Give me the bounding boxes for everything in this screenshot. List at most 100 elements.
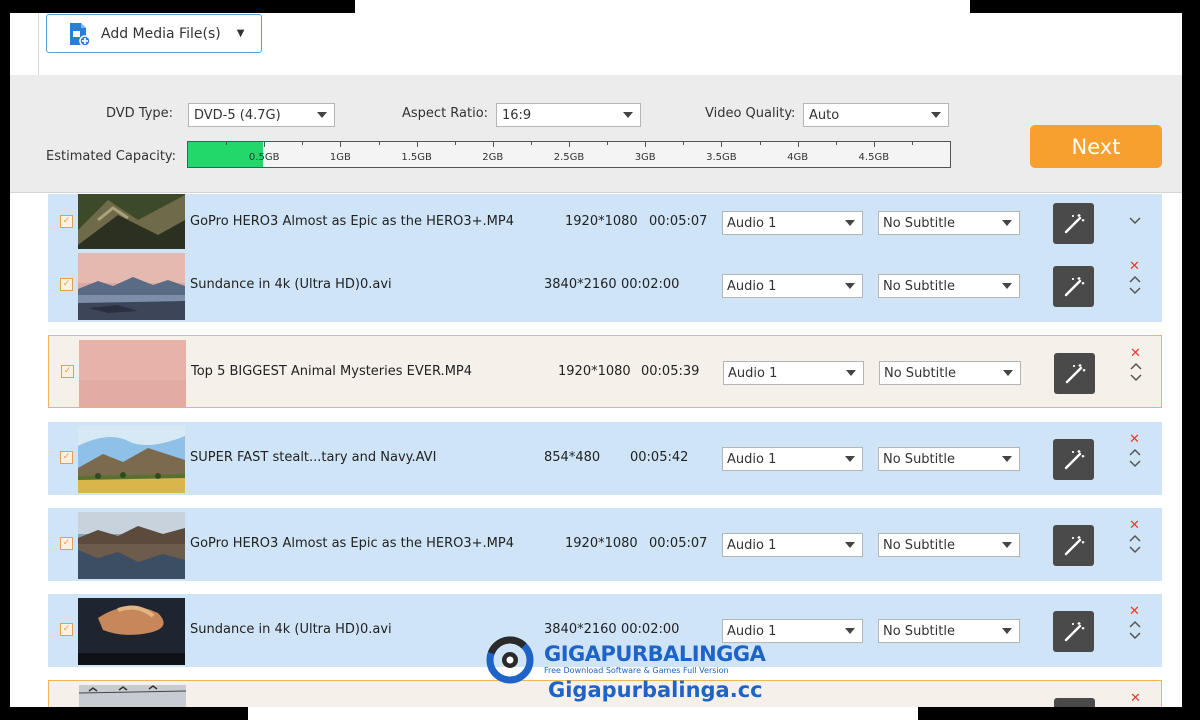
row-checkbox[interactable]: ✓: [61, 365, 74, 378]
edit-effects-button[interactable]: [1054, 353, 1095, 394]
capacity-tick: [340, 142, 342, 147]
subtitle-value: No Subtitle: [883, 451, 955, 467]
video-thumbnail: [79, 340, 186, 407]
subtitle-select[interactable]: No Subtitle: [878, 274, 1020, 298]
edit-effects-button[interactable]: [1053, 439, 1094, 480]
row-checkbox[interactable]: ✓: [60, 215, 73, 228]
file-resolution: 1920*1080: [565, 536, 638, 551]
capacity-tick-label: 4GB: [787, 152, 809, 163]
row-checkbox[interactable]: ✓: [60, 278, 73, 291]
edit-effects-button[interactable]: [1053, 525, 1094, 566]
reorder-arrows-icon[interactable]: [1129, 706, 1143, 707]
edit-effects-button[interactable]: [1053, 266, 1094, 307]
reorder-arrows-icon[interactable]: [1128, 204, 1142, 226]
chevron-down-icon[interactable]: ▼: [237, 28, 245, 39]
watermark: GIGAPURBALINGGA Free Download Software &…: [484, 634, 784, 710]
dvd-type-value: DVD-5 (4.7G): [194, 107, 281, 123]
video-thumbnail: [78, 253, 185, 320]
capacity-tick-label: 0.5GB: [248, 152, 280, 163]
audio-track-select[interactable]: Audio 1: [722, 533, 863, 557]
watermark-url: Gigapurbalinga.cc: [548, 678, 763, 702]
chevron-down-icon: [1003, 370, 1013, 376]
audio-track-select[interactable]: Audio 1: [722, 211, 863, 235]
remove-file-button[interactable]: ✕: [1129, 518, 1140, 533]
video-quality-select[interactable]: Auto: [803, 103, 949, 127]
edit-effects-button[interactable]: [1053, 611, 1094, 652]
dvd-settings-panel: DVD Type: DVD-5 (4.7G) Aspect Ratio: 16:…: [10, 75, 1182, 193]
subtitle-select[interactable]: No Subtitle: [878, 619, 1020, 643]
subtitle-select[interactable]: No Subtitle: [879, 361, 1021, 385]
file-resolution: 1920*1080: [558, 364, 631, 379]
capacity-tick: [721, 142, 723, 147]
remove-file-button[interactable]: ✕: [1130, 346, 1141, 361]
audio-track-value: Audio 1: [728, 365, 778, 381]
capacity-tick: [835, 142, 837, 145]
chevron-down-icon: [1002, 456, 1012, 462]
remove-file-button[interactable]: ✕: [1129, 432, 1140, 447]
file-resolution: 1920*1080: [565, 214, 638, 229]
remove-file-button[interactable]: ✕: [1130, 691, 1141, 706]
audio-track-select[interactable]: Audio 1: [722, 447, 863, 471]
reorder-arrows-icon[interactable]: [1129, 361, 1143, 383]
capacity-tick: [492, 142, 494, 147]
chevron-down-icon: [845, 220, 855, 226]
aspect-ratio-label: Aspect Ratio:: [402, 106, 489, 121]
magic-wand-icon: [1064, 535, 1084, 555]
file-duration: 00:05:42: [630, 450, 689, 465]
remove-file-button[interactable]: ✕: [1129, 259, 1140, 274]
edit-effects-button[interactable]: [1054, 698, 1095, 707]
subtitle-select[interactable]: No Subtitle: [878, 447, 1020, 471]
audio-track-value: Audio 1: [727, 215, 777, 231]
capacity-tick: [416, 142, 418, 147]
aspect-ratio-value: 16:9: [502, 107, 532, 123]
row-checkbox[interactable]: ✓: [60, 537, 73, 550]
row-checkbox[interactable]: ✓: [60, 451, 73, 464]
chevron-down-icon: [845, 628, 855, 634]
chevron-down-icon: [1002, 283, 1012, 289]
capacity-tick-label: 1.5GB: [401, 152, 432, 163]
capacity-tick-label: 2.5GB: [553, 152, 585, 163]
divider: [38, 13, 39, 75]
file-resolution: 854*480: [544, 450, 601, 465]
chevron-down-icon: [845, 542, 855, 548]
subtitle-select[interactable]: No Subtitle: [878, 533, 1020, 557]
capacity-tick: [378, 142, 380, 145]
chevron-down-icon: [845, 456, 855, 462]
file-row[interactable]: ✓ Top 5 BIGGEST Animal Mysteries EVER.MP4…: [48, 335, 1162, 408]
file-name: GoPro HERO3 Almost as Epic as the HERO3+…: [190, 536, 515, 551]
edit-effects-button[interactable]: [1053, 203, 1094, 244]
add-media-label: Add Media File(s): [101, 25, 221, 42]
subtitle-select[interactable]: No Subtitle: [878, 211, 1020, 235]
chevron-down-icon: [1002, 628, 1012, 634]
capacity-tick: [454, 142, 456, 145]
capacity-tick: [264, 142, 266, 147]
capacity-tick: [683, 142, 685, 145]
capacity-tick: [569, 142, 570, 147]
reorder-arrows-icon[interactable]: [1128, 533, 1142, 555]
reorder-arrows-icon[interactable]: [1128, 447, 1142, 469]
capacity-tick: [645, 142, 647, 147]
file-name: Top 5 BIGGEST Animal Mysteries EVER.MP4: [191, 364, 473, 379]
reorder-arrows-icon[interactable]: [1128, 274, 1142, 296]
file-duration: 00:05:07: [649, 214, 708, 229]
file-name: Sundance in 4k (Ultra HD)0.avi: [190, 622, 392, 637]
file-row[interactable]: ✓ Sundance in 4k (Ultra HD)0.avi 3840*2160…: [48, 249, 1162, 322]
audio-track-select[interactable]: Audio 1: [723, 361, 864, 385]
capacity-tick: [759, 142, 761, 145]
magic-wand-icon: [1063, 707, 1087, 708]
chevron-down-icon: [1002, 220, 1012, 226]
remove-file-button[interactable]: ✕: [1129, 604, 1140, 619]
app-window: Add Media File(s) ▼ DVD Type: DVD-5 (4.7…: [10, 13, 1182, 707]
aspect-ratio-select[interactable]: 16:9: [496, 103, 641, 127]
reorder-arrows-icon[interactable]: [1128, 619, 1142, 641]
file-row[interactable]: ✓ SUPER FAST stealt...tary and Navy.AVI 85…: [48, 422, 1162, 495]
next-button-label: Next: [1071, 134, 1121, 159]
next-button[interactable]: Next: [1030, 125, 1162, 168]
file-row[interactable]: ✓ GoPro HERO3 Almost as Epic as the HERO3…: [48, 508, 1162, 581]
add-media-button[interactable]: Add Media File(s) ▼: [46, 14, 262, 53]
dvd-type-select[interactable]: DVD-5 (4.7G): [188, 103, 335, 127]
capacity-tick: [530, 142, 532, 145]
audio-track-select[interactable]: Audio 1: [722, 274, 863, 298]
row-checkbox[interactable]: ✓: [60, 623, 73, 636]
magic-wand-icon: [1064, 621, 1084, 641]
